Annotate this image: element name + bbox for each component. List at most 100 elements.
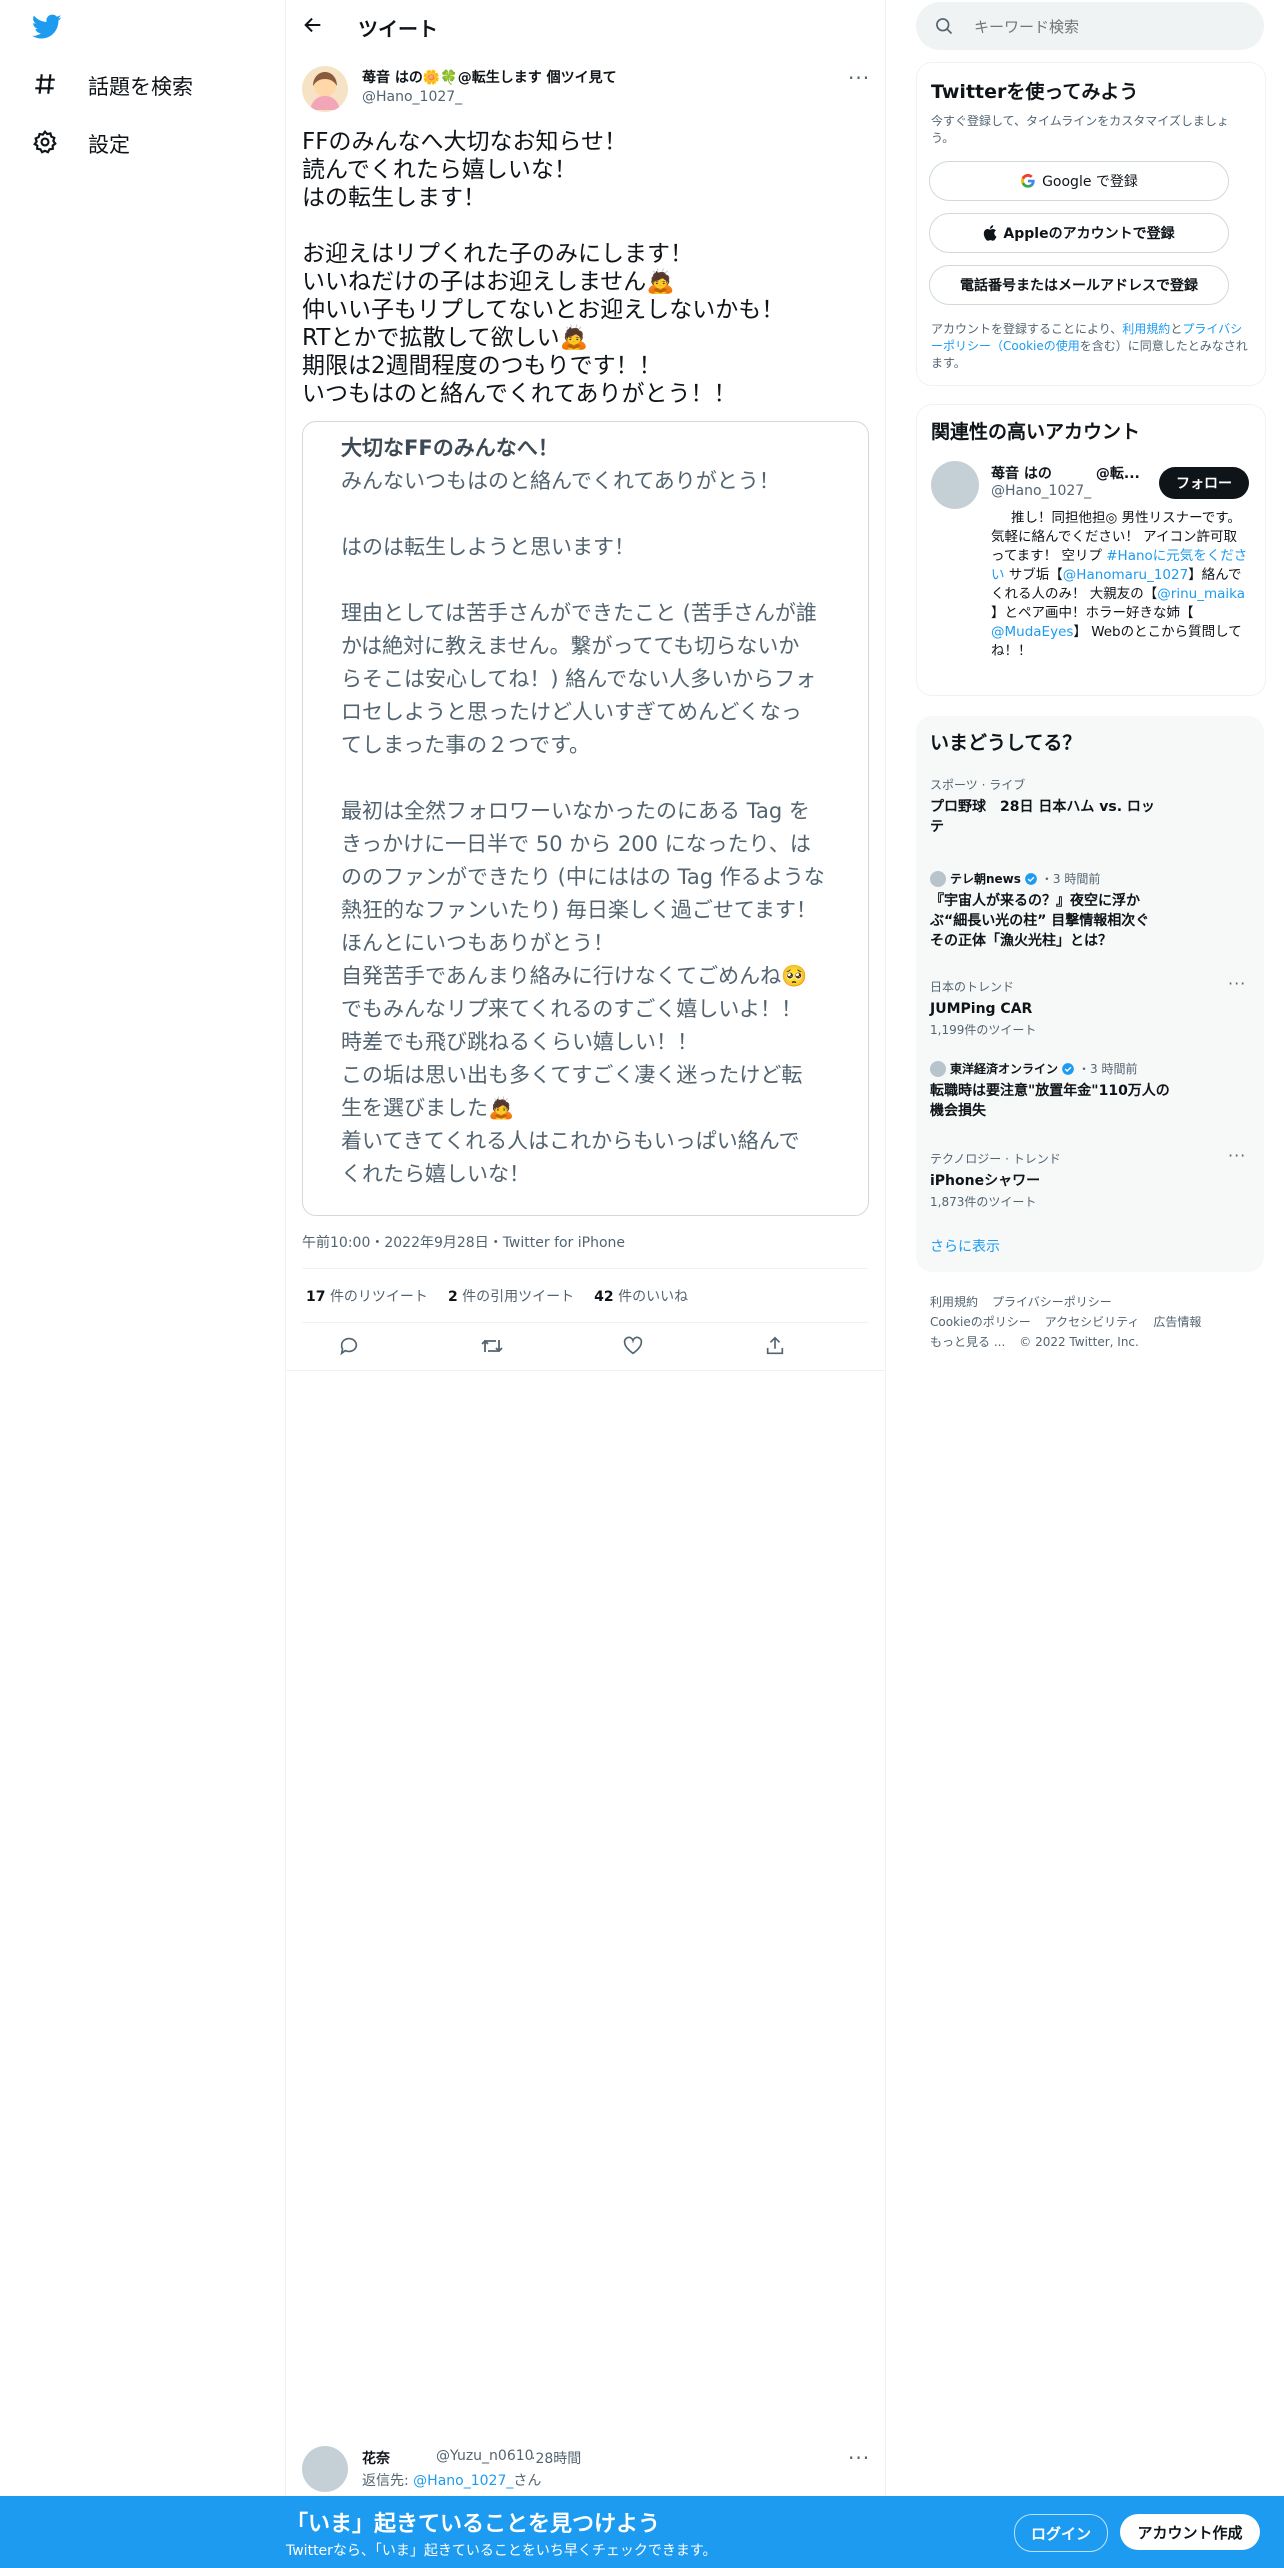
signup-subtitle: 今すぐ登録して、タイムラインをカスタマイズしましょう。 xyxy=(931,114,1229,145)
search-box[interactable] xyxy=(916,2,1264,50)
card-line: ロセしようと思ったけど人いすぎてめんどくなっ xyxy=(341,700,802,724)
verified-badge-icon xyxy=(1024,872,1038,886)
source-avatar-icon xyxy=(930,870,946,887)
card-line: らそこは安心してね！) 絡んでない人多いからフォ xyxy=(341,667,817,691)
card-line: この垢は思い出も多くてすごく凄く迷ったけど転 xyxy=(341,1063,803,1087)
footer-link[interactable]: もっと見る ... xyxy=(930,1335,1005,1349)
signup-title: Twitterを使ってみよう xyxy=(931,81,1139,103)
card-line: 着いてきてくれる人はこれからもいっぱい絡んで xyxy=(341,1129,800,1153)
footer-link[interactable]: アクセシビリティ xyxy=(1045,1315,1140,1329)
reply-avatar[interactable] xyxy=(302,2446,348,2492)
reply-to-link[interactable]: @Hano_1027_ xyxy=(413,2473,513,2489)
card-line: 自発苦手であんまり絡みに行けなくてごめんね🥺 xyxy=(341,964,808,988)
back-arrow-icon xyxy=(302,14,324,36)
tweet-line: 仲いい子もリプしてないとお迎えしないかも！ xyxy=(302,297,785,323)
search-input[interactable] xyxy=(972,12,1246,42)
google-icon xyxy=(1020,173,1036,189)
divider xyxy=(286,1370,885,1371)
apple-signup-button[interactable]: Appleのアカウントで登録 xyxy=(929,213,1229,253)
footer-link[interactable]: 広告情報 xyxy=(1153,1315,1201,1329)
related-handle[interactable]: @Hano_1027_ xyxy=(991,483,1091,499)
card-line: ののファンができたり (中にははの Tag 作るような xyxy=(341,865,825,889)
likes-stat[interactable]: 42 件のいいね xyxy=(594,1286,688,1306)
signup-panel: Twitterを使ってみよう 今すぐ登録して、タイムラインをカスタマイズしましょ… xyxy=(916,62,1266,386)
show-more-link[interactable]: さらに表示 xyxy=(930,1236,1000,1256)
twitter-logo-icon[interactable] xyxy=(32,14,62,40)
verified-badge-icon xyxy=(1061,1062,1075,1076)
card-title: 大切なFFのみんなへ！ xyxy=(341,436,559,460)
retweets-stat[interactable]: 17 件のリツイート xyxy=(306,1286,428,1306)
trends-title: いまどうしてる？ xyxy=(930,732,1082,754)
trend-item[interactable]: テクノロジー · トレンド iPhoneシャワー 1,873件のツイート xyxy=(930,1150,1250,1210)
tweet-timestamp[interactable]: 午前10:00・2022年9月28日・Twitter for iPhone xyxy=(302,1232,625,1252)
mention-link[interactable]: @MudaEyes xyxy=(991,624,1073,640)
banner-subtitle: Twitterなら、「いま」起きていることをいち早くチェックできます。 xyxy=(286,2543,717,2559)
card-line xyxy=(341,498,851,531)
tweet-text: FFのみんなへ大切なお知らせ！ 読んでくれたら嬉しいな！ はの転生します！ お迎… xyxy=(302,128,862,408)
banner-title: 「いま」起きていることを見つけよう xyxy=(286,2512,661,2537)
more-options-icon[interactable]: ··· xyxy=(848,66,870,90)
mention-link[interactable]: @rinu_maika xyxy=(1157,586,1245,602)
reply-author-handle[interactable]: @Yuzu_n0610 xyxy=(436,2448,534,2464)
reply-icon[interactable] xyxy=(338,1335,360,1357)
related-avatar[interactable] xyxy=(931,461,979,509)
footer-link[interactable]: 利用規約 xyxy=(930,1295,978,1309)
reply-more-icon[interactable]: ··· xyxy=(848,2446,870,2470)
author-handle[interactable]: @Hano_1027_ xyxy=(362,89,462,105)
divider xyxy=(302,1322,868,1323)
trend-item[interactable]: 東洋経済オンライン ・3 時間前 転職時は要注意"放置年金"110万人の機会損失 xyxy=(930,1060,1180,1121)
card-line: はのは転生しようと思います！ xyxy=(341,535,635,559)
trend-more-icon[interactable]: ··· xyxy=(1228,1146,1246,1165)
follow-button[interactable]: フォロー xyxy=(1159,467,1249,499)
login-banner: 「いま」起きていることを見つけよう Twitterなら、「いま」起きていることを… xyxy=(0,2496,1284,2568)
tweet-line: いいねだけの子はお迎えしません🙇 xyxy=(302,269,675,295)
like-icon[interactable] xyxy=(622,1335,644,1357)
related-name[interactable]: 苺音 はの @転... xyxy=(991,463,1140,483)
phone-email-signup-button[interactable]: 電話番号またはメールアドレスで登録 xyxy=(929,265,1229,305)
card-text: 大切なFFのみんなへ！ みんないつもはのと絡んでくれてありがとう！ はのは転生し… xyxy=(341,432,851,1191)
card-line: ほんとにいつもありがとう！ xyxy=(341,931,614,955)
mention-link[interactable]: @Hanomaru_1027 xyxy=(1063,567,1188,583)
quotes-stat[interactable]: 2 件の引用ツイート xyxy=(448,1286,574,1306)
search-icon xyxy=(934,16,954,36)
card-line: でもみんなリプ来てくれるのすごく嬉しいよ！！ xyxy=(341,997,802,1021)
nav-settings-label: 設定 xyxy=(88,133,130,157)
tweet-line: いつもはのと絡んでくれてありがとう！！ xyxy=(302,381,737,407)
tweet-line: はの転生します！ xyxy=(302,185,486,211)
nav-explore[interactable]: 話題を検索 xyxy=(32,62,193,110)
card-line: 最初は全然フォロワーいなかったのにある Tag を xyxy=(341,799,810,823)
trend-item[interactable]: スポーツ · ライブ プロ野球 28日 日本ハム vs. ロッテ xyxy=(930,776,1250,837)
trend-item[interactable]: 日本のトレンド JUMPing CAR 1,199件のツイート xyxy=(930,978,1250,1038)
trend-more-icon[interactable]: ··· xyxy=(1228,974,1246,993)
author-name[interactable]: 苺音 はの🌼🍀@転生します 個ツイ見て xyxy=(362,67,617,87)
footer-link[interactable]: Cookieのポリシー xyxy=(930,1315,1031,1329)
signup-button[interactable]: アカウント作成 xyxy=(1120,2514,1260,2550)
avatar[interactable] xyxy=(302,66,348,112)
divider xyxy=(302,1268,868,1269)
card-line: きっかけに一日半で 50 から 200 になったり、は xyxy=(341,832,811,856)
source-avatar-icon xyxy=(930,1060,946,1077)
retweet-icon[interactable] xyxy=(480,1335,504,1357)
related-title: 関連性の高いアカウント xyxy=(931,421,1141,443)
share-icon[interactable] xyxy=(764,1334,786,1358)
reply-author-name[interactable]: 花奈 xyxy=(362,2448,390,2468)
login-button[interactable]: ログイン xyxy=(1014,2514,1108,2552)
card-line: 熱狂的なファンいたり) 毎日楽しく過ごせてます！ xyxy=(341,898,817,922)
trends-panel: いまどうしてる？ スポーツ · ライブ プロ野球 28日 日本ハム vs. ロッ… xyxy=(916,716,1264,1272)
footer-link[interactable]: プライバシーポリシー xyxy=(992,1295,1112,1309)
terms-link[interactable]: 利用規約 xyxy=(1122,322,1170,336)
tweet-line xyxy=(302,212,862,240)
google-signup-button[interactable]: Google で登録 xyxy=(929,161,1229,201)
copyright: © 2022 Twitter, Inc. xyxy=(1019,1335,1139,1349)
tweet-image-card[interactable]: 大切なFFのみんなへ！ みんないつもはのと絡んでくれてありがとう！ はのは転生し… xyxy=(302,421,869,1216)
back-button[interactable] xyxy=(302,14,324,36)
reply-to: 返信先: @Hano_1027_さん xyxy=(362,2473,542,2489)
page-title: ツイート xyxy=(358,17,438,41)
trend-item[interactable]: テレ朝news ・3 時間前 『宇宙人が来るの？』夜空に浮かぶ“細長い光の柱” … xyxy=(930,870,1163,951)
related-bio: 推し！同担他担◎ 男性リスナーです。気軽に絡んでください！ アイコン許可取ってま… xyxy=(991,510,1248,659)
main-column: ツイート 苺音 はの🌼🍀@転生します 個ツイ見て @Hano_1027_ ···… xyxy=(285,0,886,2568)
hashtag-icon xyxy=(32,71,62,101)
nav-settings[interactable]: 設定 xyxy=(32,120,130,168)
footer-links: 利用規約 プライバシーポリシー Cookieのポリシー アクセシビリティ 広告情報 も… xyxy=(930,1292,1260,1352)
card-line: 理由としては苦手さんができたこと (苦手さんが誰 xyxy=(341,601,817,625)
